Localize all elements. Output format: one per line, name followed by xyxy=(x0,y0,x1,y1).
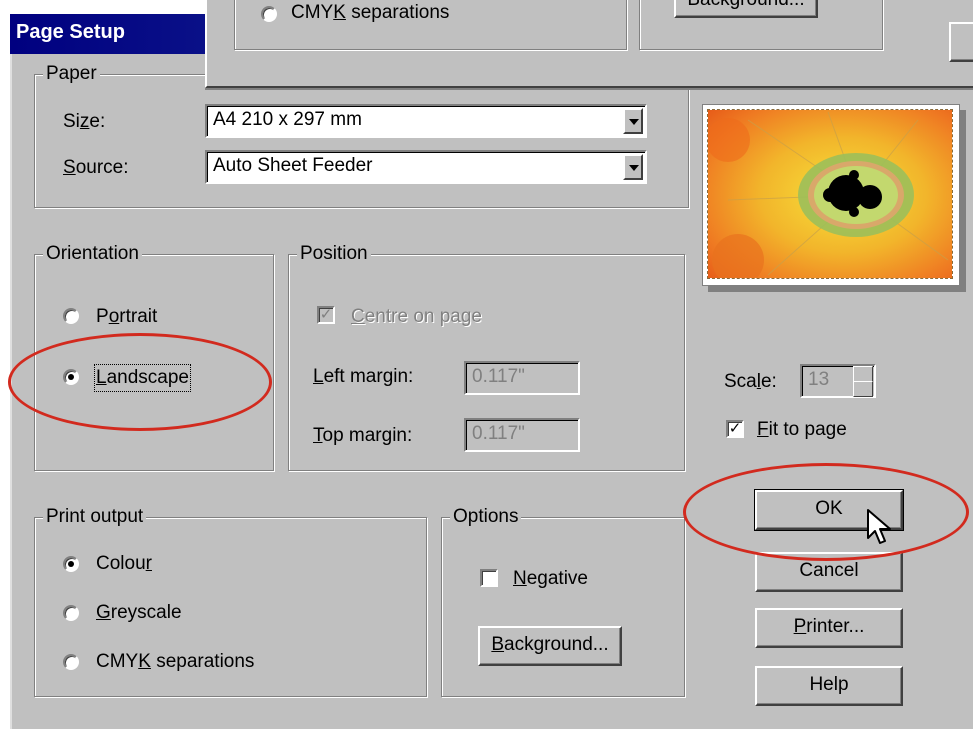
page-preview xyxy=(702,104,960,286)
source-label: Source: xyxy=(63,157,129,178)
colour-radio[interactable] xyxy=(63,556,79,572)
options-legend: Options xyxy=(450,506,522,528)
paper-source-combo[interactable]: Auto Sheet Feeder xyxy=(205,150,647,184)
greyscale-radio[interactable] xyxy=(63,605,79,621)
options-group: Options xyxy=(441,506,685,697)
cmyk-radio[interactable] xyxy=(63,654,79,670)
printer-button[interactable]: Printer... xyxy=(755,608,903,648)
scale-spinner[interactable]: 13 xyxy=(800,364,876,398)
overlay-background-button[interactable]: Background... xyxy=(674,0,818,18)
negative-label[interactable]: Negative xyxy=(513,567,588,591)
print-output-legend: Print output xyxy=(43,506,147,528)
overlay-cmyk-radio[interactable] xyxy=(261,6,277,22)
spin-up-icon[interactable] xyxy=(853,366,873,382)
greyscale-label[interactable]: Greyscale xyxy=(96,601,182,625)
top-margin-input[interactable]: 0.117" xyxy=(464,418,580,452)
orientation-legend: Orientation xyxy=(43,243,142,265)
ok-highlight-ellipse xyxy=(683,463,969,561)
position-legend: Position xyxy=(297,243,371,265)
portrait-radio[interactable] xyxy=(63,308,79,324)
fit-to-page-checkbox[interactable]: ✓ xyxy=(726,420,744,438)
centre-on-page-checkbox[interactable]: ✓ xyxy=(317,306,335,324)
paper-legend: Paper xyxy=(43,63,100,85)
negative-checkbox[interactable] xyxy=(480,569,498,587)
size-label: Size: xyxy=(63,111,106,132)
top-margin-label: Top margin: xyxy=(313,425,413,446)
scale-label: Scale: xyxy=(724,371,777,392)
left-margin-input[interactable]: 0.117" xyxy=(464,361,580,395)
overlapping-window: CMYK separations Background... xyxy=(205,0,973,88)
chevron-down-icon[interactable] xyxy=(623,108,643,134)
cmyk-label[interactable]: CMYK separations xyxy=(96,650,254,674)
overlay-cmyk-label[interactable]: CMYK separations xyxy=(291,1,449,25)
left-margin-label: Left margin: xyxy=(313,366,414,387)
paper-source-value: Auto Sheet Feeder xyxy=(213,155,373,176)
window-title: Page Setup xyxy=(16,21,125,43)
mandelbrot-preview-image xyxy=(707,109,953,279)
paper-size-value: A4 210 x 297 mm xyxy=(213,109,362,130)
help-button[interactable]: Help xyxy=(755,666,903,706)
chevron-down-icon[interactable] xyxy=(623,154,643,180)
colour-label[interactable]: Colour xyxy=(96,552,152,576)
portrait-label[interactable]: Portrait xyxy=(96,305,157,329)
paper-group: Paper xyxy=(34,63,689,208)
overlay-edge-button[interactable] xyxy=(949,22,973,62)
spin-down-icon[interactable] xyxy=(853,381,873,397)
background-button[interactable]: Background... xyxy=(478,626,622,666)
landscape-highlight-ellipse xyxy=(8,333,272,431)
fit-to-page-label[interactable]: Fit to page xyxy=(757,418,847,442)
centre-on-page-label: Centre on page xyxy=(351,306,482,327)
paper-size-combo[interactable]: A4 210 x 297 mm xyxy=(205,104,647,138)
